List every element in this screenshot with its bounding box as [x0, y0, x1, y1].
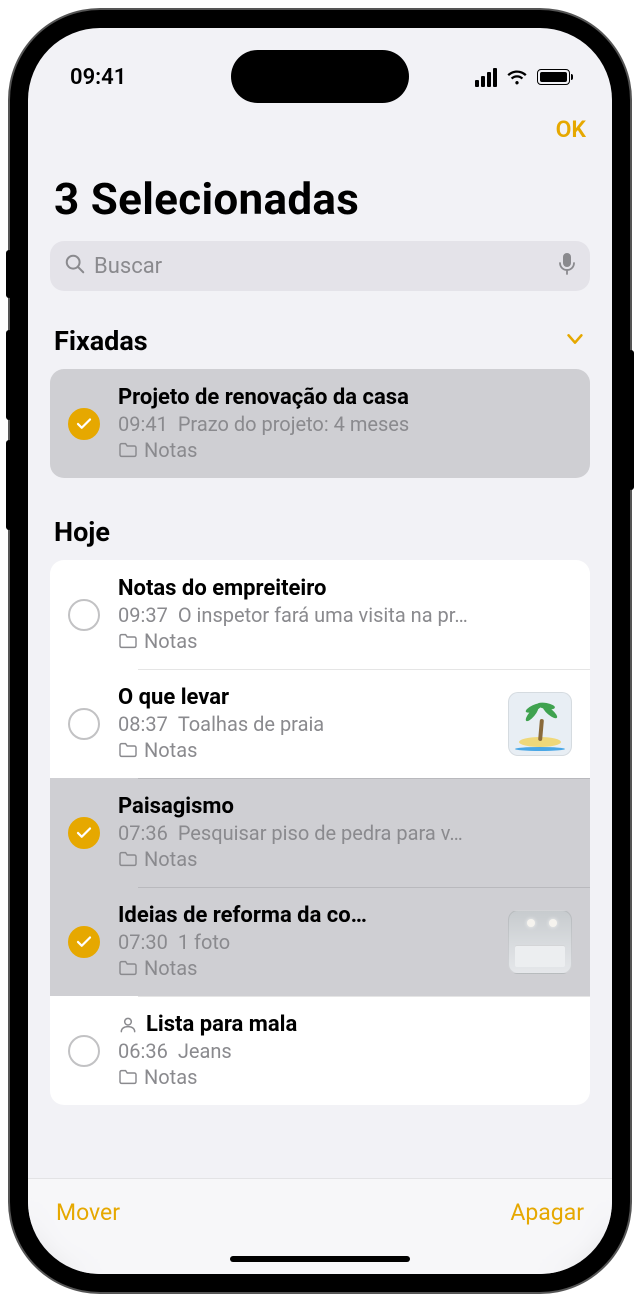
shared-icon [118, 1015, 138, 1035]
note-thumbnail [508, 910, 572, 974]
note-title: Ideias de reforma da co… [118, 903, 367, 928]
chevron-down-icon [564, 328, 586, 354]
note-meta: 09:37O inspetor fará uma visita na pr… [118, 603, 572, 627]
cellular-signal-icon [475, 68, 497, 87]
section-title-pinned: Fixadas [54, 325, 148, 357]
folder-icon [118, 442, 138, 458]
note-title: Projeto de renovação da casa [118, 385, 409, 410]
status-icons [475, 68, 570, 87]
note-folder: Notas [118, 629, 572, 653]
status-time: 09:41 [70, 65, 126, 90]
note-item[interactable]: Paisagismo07:36Pesquisar piso de pedra p… [50, 778, 590, 887]
note-item[interactable]: Projeto de renovação da casa09:41Prazo d… [50, 369, 590, 478]
note-folder: Notas [118, 738, 494, 762]
note-body: Projeto de renovação da casa09:41Prazo d… [118, 385, 572, 462]
folder-icon [118, 1069, 138, 1085]
selection-checkbox[interactable] [68, 1035, 100, 1067]
note-title: Lista para mala [146, 1012, 297, 1037]
selection-checkbox[interactable] [68, 708, 100, 740]
note-meta: 09:41Prazo do projeto: 4 meses [118, 412, 572, 436]
note-item[interactable]: Notas do empreiteiro09:37O inspetor fará… [50, 560, 590, 669]
move-button[interactable]: Mover [56, 1199, 120, 1226]
section-title-today: Hoje [54, 516, 110, 548]
done-button[interactable]: OK [556, 116, 586, 143]
note-folder: Notas [118, 1065, 572, 1089]
note-body: O que levar08:37Toalhas de praiaNotas [118, 685, 494, 762]
selection-checkbox[interactable] [68, 408, 100, 440]
selection-checkbox[interactable] [68, 926, 100, 958]
search-input[interactable] [94, 254, 550, 279]
note-body: Ideias de reforma da co…07:301 fotoNotas [118, 903, 494, 980]
page-title: 3 Selecionadas [28, 143, 612, 241]
note-meta: 07:36Pesquisar piso de pedra para v… [118, 821, 572, 845]
home-indicator[interactable] [230, 1256, 410, 1262]
note-title: Paisagismo [118, 794, 234, 819]
note-thumbnail [508, 692, 572, 756]
selection-checkbox[interactable] [68, 817, 100, 849]
note-item[interactable]: Ideias de reforma da co…07:301 fotoNotas [50, 887, 590, 996]
folder-icon [118, 960, 138, 976]
section-header-today: Hoje [28, 506, 612, 560]
search-icon [64, 253, 86, 279]
delete-button[interactable]: Apagar [510, 1199, 584, 1226]
note-folder: Notas [118, 847, 572, 871]
wifi-icon [505, 68, 529, 86]
note-folder: Notas [118, 438, 572, 462]
mic-icon[interactable] [558, 252, 576, 280]
note-body: Lista para mala06:36JeansNotas [118, 1012, 572, 1089]
section-header-pinned[interactable]: Fixadas [28, 315, 612, 369]
folder-icon [118, 851, 138, 867]
selection-checkbox[interactable] [68, 599, 100, 631]
note-folder: Notas [118, 956, 494, 980]
note-item[interactable]: Lista para mala06:36JeansNotas [50, 996, 590, 1105]
note-body: Notas do empreiteiro09:37O inspetor fará… [118, 576, 572, 653]
note-meta: 07:301 foto [118, 930, 494, 954]
dynamic-island [231, 50, 409, 103]
nav-bar: OK [28, 102, 612, 143]
battery-icon [537, 69, 570, 85]
search-bar[interactable] [50, 241, 590, 291]
note-meta: 06:36Jeans [118, 1039, 572, 1063]
note-title: Notas do empreiteiro [118, 576, 326, 601]
today-list: Notas do empreiteiro09:37O inspetor fará… [50, 560, 590, 1105]
note-title: O que levar [118, 685, 229, 710]
pinned-list: Projeto de renovação da casa09:41Prazo d… [50, 369, 590, 478]
note-body: Paisagismo07:36Pesquisar piso de pedra p… [118, 794, 572, 871]
folder-icon [118, 742, 138, 758]
note-meta: 08:37Toalhas de praia [118, 712, 494, 736]
note-item[interactable]: O que levar08:37Toalhas de praiaNotas [50, 669, 590, 778]
folder-icon [118, 633, 138, 649]
